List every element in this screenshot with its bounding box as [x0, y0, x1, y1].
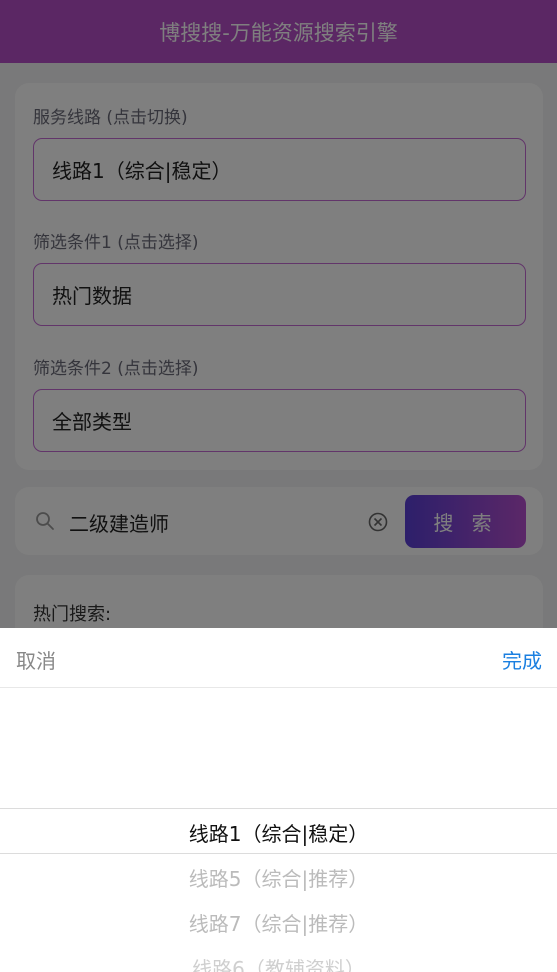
- picker-selection-bottom-line: [0, 853, 557, 854]
- cancel-button[interactable]: 取消: [16, 645, 56, 674]
- done-button[interactable]: 完成: [502, 645, 542, 674]
- line-picker: 取消 完成 线路1（综合|稳定） 线路5（综合|推荐） 线路7（综合|推荐） 线…: [0, 628, 557, 972]
- picker-option[interactable]: 线路6（教辅资料）: [0, 953, 557, 972]
- picker-option[interactable]: 线路1（综合|稳定）: [0, 818, 557, 847]
- picker-selection-top-line: [0, 808, 557, 809]
- picker-toolbar: 取消 完成: [0, 628, 557, 688]
- picker-option[interactable]: 线路5（综合|推荐）: [0, 863, 557, 892]
- picker-option[interactable]: 线路7（综合|推荐）: [0, 908, 557, 937]
